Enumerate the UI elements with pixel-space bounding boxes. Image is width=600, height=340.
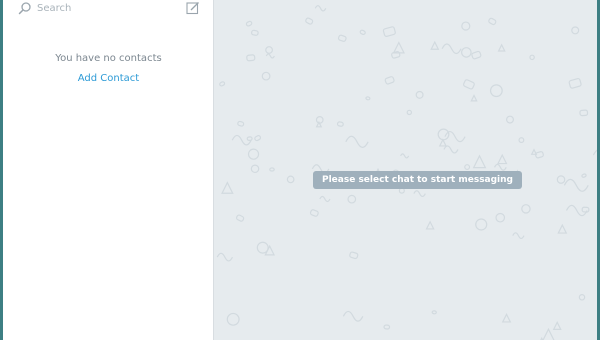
wallpaper-doodle [345,135,369,148]
wallpaper-doodle [470,94,478,102]
wallpaper-doodle [505,115,514,124]
wallpaper-doodle [336,121,344,127]
wallpaper-doodle [563,178,589,192]
wallpaper-doodle [261,71,271,81]
wallpaper-doodle [245,20,253,27]
wallpaper-doodle [305,17,314,25]
wallpaper-doodle [495,212,506,223]
wallpaper-doodle [309,209,319,217]
wallpaper-doodle [556,175,566,184]
wallpaper-doodle [475,218,488,231]
wallpaper-doodle [359,29,366,36]
wallpaper-doodle [461,47,472,58]
wallpaper-doodle [315,116,324,124]
wallpaper-doodle [286,175,295,184]
wallpaper-doodle [254,135,262,142]
wallpaper-doodle [382,26,396,37]
wallpaper-doodle [443,145,459,154]
wallpaper-doodle [463,79,475,90]
no-contacts-text: You have no contacts [55,53,162,64]
wallpaper-doodle [571,26,580,35]
wallpaper-doodle [413,190,426,198]
wallpaper-doodle [512,232,525,240]
wallpaper-doodle [251,29,259,36]
wallpaper-doodle [349,251,359,260]
wallpaper-doodle [216,252,233,262]
wallpaper-doodle [314,5,327,12]
wallpaper-doodle [552,320,562,330]
wallpaper-doodle [347,194,357,204]
wallpaper-doodle [529,54,535,61]
wallpaper-doodle [488,17,497,26]
wallpaper-doodle [365,96,371,101]
contacts-sidebar: You have no contacts Add Contact [3,0,214,340]
wallpaper-doodle [518,137,525,144]
wallpaper-doodle [437,128,450,141]
wallpaper-doodle [579,109,589,117]
wallpaper-doodle [471,50,482,60]
wallpaper-doodle [497,153,508,165]
wallpaper-doodle [269,167,275,172]
search-bar [3,0,214,18]
wallpaper-doodle [342,310,364,322]
wallpaper-doodle [581,206,590,213]
wallpaper-doodle [578,293,586,301]
compose-icon[interactable] [186,1,200,15]
wallpaper-doodle [493,163,507,171]
wallpaper-doodle [438,138,447,147]
wallpaper-doodle [415,90,424,99]
wallpaper-doodle [425,220,435,230]
wallpaper-doodle [250,164,260,174]
wallpaper-doodle [226,312,240,326]
chat-background-pattern [216,5,597,340]
wallpaper-doodle [265,53,275,59]
wallpaper-doodle [219,81,226,87]
search-icon [18,2,31,15]
wallpaper-doodle [497,43,506,52]
wallpaper-doodle [237,120,245,127]
wallpaper-doodle [521,204,531,214]
wallpaper-doodle [542,327,555,340]
wallpaper-doodle [221,181,234,194]
wallpaper-doodle [464,164,471,171]
wallpaper-doodle [581,173,587,178]
wallpaper-doodle [568,77,582,89]
wallpaper-doodle [235,214,245,222]
wallpaper-doodle [431,310,437,315]
wallpaper-doodle [430,40,440,50]
chat-area: Please select chat to start messaging [214,0,597,340]
wallpaper-doodle [247,148,260,160]
wallpaper-doodle [406,109,413,116]
add-contact-link[interactable]: Add Contact [3,73,214,84]
wallpaper-doodle [319,195,331,203]
wallpaper-doodle [384,76,395,85]
wallpaper-doodle [472,154,487,169]
wallpaper-doodle [246,136,253,141]
wallpaper-doodle [489,84,503,98]
wallpaper-doodle [246,54,256,62]
wallpaper-doodle [391,51,401,59]
search-input[interactable] [37,0,177,16]
select-chat-message: Please select chat to start messaging [313,171,522,189]
wallpaper-doodle [557,223,568,234]
wallpaper-doodle [461,21,471,31]
wallpaper-doodle [530,148,538,155]
wallpaper-doodle [337,34,347,42]
wallpaper-doodle [501,313,512,323]
wallpaper-doodle [441,43,462,55]
wallpaper-doodle [400,153,410,159]
wallpaper-doodle [383,324,391,330]
wallpaper-doodle [265,46,274,54]
